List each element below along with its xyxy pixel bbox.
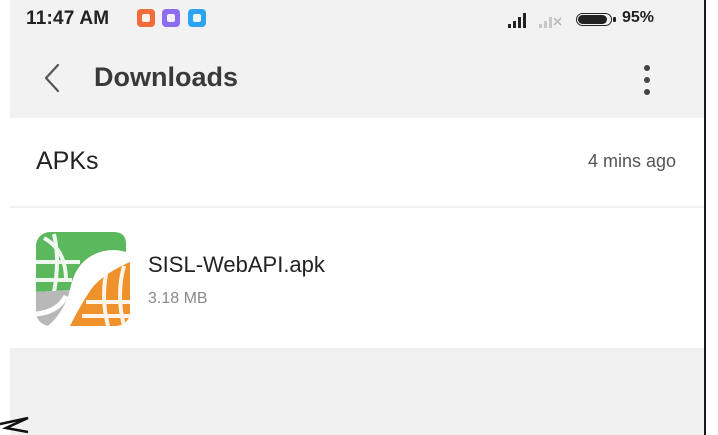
more-vertical-icon-dot bbox=[644, 65, 650, 71]
signal-strength-icon bbox=[508, 13, 526, 28]
battery-icon bbox=[576, 13, 612, 26]
frame-edge bbox=[704, 0, 706, 435]
chevron-left-icon bbox=[44, 63, 60, 93]
app-notification-purple-icon bbox=[162, 9, 180, 27]
section-header: APKs 4 mins ago bbox=[10, 118, 704, 206]
battery-percentage: 95% bbox=[622, 9, 655, 26]
file-size: 3.18 MB bbox=[148, 290, 208, 307]
page-title: Downloads bbox=[94, 62, 239, 92]
more-options-button[interactable] bbox=[632, 60, 662, 100]
back-button[interactable] bbox=[36, 60, 72, 96]
section-timestamp: 4 mins ago bbox=[587, 151, 676, 171]
list-item[interactable]: SISL-WebAPI.apk 3.18 MB bbox=[10, 208, 704, 348]
screen-frame bbox=[704, 0, 718, 435]
battery-cap bbox=[613, 17, 616, 22]
title-bar: Downloads bbox=[10, 38, 704, 118]
more-vertical-icon-dot bbox=[644, 77, 650, 83]
no-signal-icon bbox=[539, 17, 562, 28]
more-vertical-icon-dot bbox=[644, 89, 650, 95]
file-name: SISL-WebAPI.apk bbox=[148, 252, 325, 277]
phone-screen: 11:47 AM 95% Downloads APKs 4 mins ago S… bbox=[10, 0, 704, 435]
annotation-arrow-mark bbox=[0, 416, 29, 434]
battery-level-fill bbox=[578, 15, 608, 24]
status-bar: 11:47 AM 95% bbox=[10, 0, 704, 38]
status-time: 11:47 AM bbox=[26, 8, 110, 29]
app-notification-orange-icon bbox=[137, 9, 155, 27]
app-icon bbox=[36, 232, 130, 326]
empty-area bbox=[10, 348, 704, 435]
app-notification-blue-icon bbox=[188, 9, 206, 27]
section-title: APKs bbox=[36, 147, 99, 175]
